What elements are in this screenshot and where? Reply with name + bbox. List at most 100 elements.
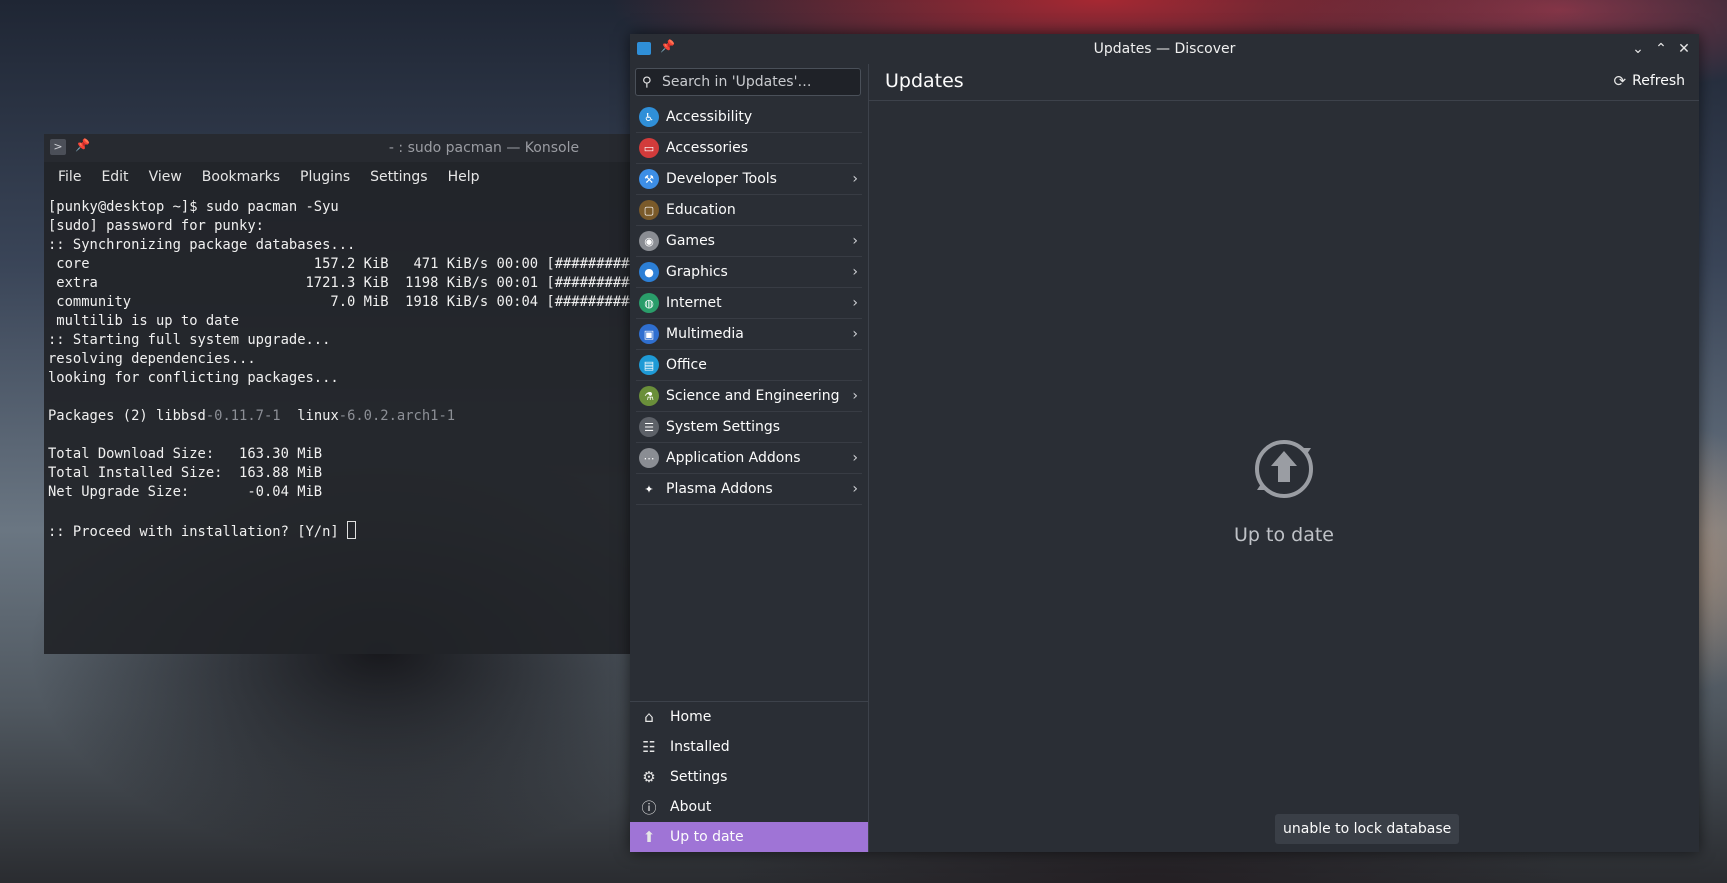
category-label: Education xyxy=(666,202,736,218)
category-label: Developer Tools xyxy=(666,171,777,187)
nav-up-to-date[interactable]: ⬆ Up to date xyxy=(630,822,868,852)
terminal-prompt: :: Proceed with installation? [Y/n] xyxy=(48,524,348,540)
category-label: Multimedia xyxy=(666,326,744,342)
konsole-title: - : sudo pacman — Konsole xyxy=(388,140,580,156)
terminal-line: Total Installed Size: 163.88 MiB xyxy=(48,465,323,481)
search-box[interactable]: ⚲ xyxy=(635,68,861,96)
category-graphics[interactable]: ● Graphics › xyxy=(636,257,862,288)
category-label: Office xyxy=(666,357,707,373)
refresh-label: Refresh xyxy=(1632,73,1685,89)
monitor-icon: ▣ xyxy=(639,324,659,344)
konsole-menubar: File Edit View Bookmarks Plugins Setting… xyxy=(44,162,634,192)
search-input[interactable] xyxy=(658,74,860,90)
globe-icon: ◍ xyxy=(639,293,659,313)
discover-title: Updates — Discover xyxy=(1093,41,1236,57)
category-science-and-engineering[interactable]: ⚗ Science and Engineering › xyxy=(636,381,862,412)
package-version: -0.11.7-1 xyxy=(205,408,281,424)
package-name: linux xyxy=(297,408,339,424)
menu-settings[interactable]: Settings xyxy=(360,169,437,185)
chalkboard-icon: ▢ xyxy=(639,200,659,220)
maximize-icon[interactable]: ⌃ xyxy=(1650,38,1672,60)
main-content: Updates ⟳ Refresh Up to date unable to l… xyxy=(869,64,1699,852)
category-label: Games xyxy=(666,233,715,249)
category-internet[interactable]: ◍ Internet › xyxy=(636,288,862,319)
sidebar: ⚲ ♿ Accessibility ▭ Accessories ⚒ Developer T… xyxy=(630,64,869,852)
error-toast[interactable]: unable to lock database xyxy=(1275,814,1460,844)
update-status: Up to date xyxy=(869,436,1699,546)
terminal-output[interactable]: [punky@desktop ~]$ sudo pacman -Syu [sud… xyxy=(44,192,634,542)
menu-edit[interactable]: Edit xyxy=(91,169,138,185)
sparkle-icon: ✦ xyxy=(639,479,659,499)
discover-titlebar[interactable]: 📌 Updates — Discover ⌄ ⌃ ✕ xyxy=(630,34,1699,64)
packages-prefix: Packages (2) xyxy=(48,408,156,424)
menu-bookmarks[interactable]: Bookmarks xyxy=(192,169,290,185)
nav-label: Settings xyxy=(670,769,728,785)
nav-settings[interactable]: ⚙ Settings xyxy=(630,762,868,792)
category-plasma-addons[interactable]: ✦ Plasma Addons › xyxy=(636,474,862,505)
menu-help[interactable]: Help xyxy=(438,169,490,185)
minimize-icon[interactable]: ⌄ xyxy=(1627,38,1649,60)
nav-about[interactable]: ⓘ About xyxy=(630,792,868,822)
nav-label: Installed xyxy=(670,739,730,755)
main-header: Updates ⟳ Refresh xyxy=(869,64,1699,101)
terminal-line: [sudo] password for punky: xyxy=(48,218,264,234)
chevron-right-icon: › xyxy=(852,295,858,311)
category-label: Application Addons xyxy=(666,450,801,466)
nav-label: Up to date xyxy=(670,829,744,845)
category-label: Graphics xyxy=(666,264,728,280)
sliders-icon: ⚙ xyxy=(642,768,656,786)
category-label: System Settings xyxy=(666,419,781,435)
category-accessories[interactable]: ▭ Accessories xyxy=(636,133,862,164)
category-games[interactable]: ◉ Games › xyxy=(636,226,862,257)
chevron-right-icon: › xyxy=(852,388,858,404)
menu-view[interactable]: View xyxy=(139,169,192,185)
office-icon: ▤ xyxy=(639,355,659,375)
bottom-navigation: ⌂ Home ☷ Installed ⚙ Settings ⓘ About ⬆ Up to dat… xyxy=(630,701,868,852)
terminal-line: [punky@desktop ~]$ sudo pacman -Syu xyxy=(48,199,339,215)
accessibility-icon: ♿ xyxy=(639,107,659,127)
category-application-addons[interactable]: ⋯ Application Addons › xyxy=(636,443,862,474)
category-multimedia[interactable]: ▣ Multimedia › xyxy=(636,319,862,350)
chevron-right-icon: › xyxy=(852,450,858,466)
category-developer-tools[interactable]: ⚒ Developer Tools › xyxy=(636,164,862,195)
hammer-icon: ⚒ xyxy=(639,169,659,189)
menu-file[interactable]: File xyxy=(48,169,91,185)
category-list: ♿ Accessibility ▭ Accessories ⚒ Developer Too… xyxy=(630,102,868,505)
update-status-icon: ⬆ xyxy=(642,828,656,846)
category-label: Accessories xyxy=(666,140,749,156)
flask-icon: ⚗ xyxy=(639,386,659,406)
refresh-button[interactable]: ⟳ Refresh xyxy=(1614,72,1685,90)
category-label: Accessibility xyxy=(666,109,753,125)
terminal-line: multilib is up to date xyxy=(48,313,240,329)
home-icon: ⌂ xyxy=(644,708,654,726)
refresh-icon: ⟳ xyxy=(1613,72,1627,90)
info-icon: ⓘ xyxy=(641,798,657,817)
category-office[interactable]: ▤ Office xyxy=(636,350,862,381)
gamepad-icon: ◉ xyxy=(639,231,659,251)
konsole-titlebar[interactable]: > 📌 - : sudo pacman — Konsole xyxy=(44,134,634,162)
chevron-right-icon: › xyxy=(852,326,858,342)
terminal-line: looking for conflicting packages... xyxy=(48,370,339,386)
chevron-right-icon: › xyxy=(852,481,858,497)
category-accessibility[interactable]: ♿ Accessibility xyxy=(636,102,862,133)
terminal-line: community 7.0 MiB 1918 KiB/s 00:04 [####… xyxy=(48,294,634,310)
installed-list-icon: ☷ xyxy=(642,738,656,756)
graphics-icon: ● xyxy=(639,262,659,282)
nav-home[interactable]: ⌂ Home xyxy=(630,702,868,732)
close-icon[interactable]: ✕ xyxy=(1673,38,1695,60)
category-label: Science and Engineering xyxy=(666,388,840,404)
up-to-date-icon xyxy=(1255,440,1313,498)
nav-label: About xyxy=(670,799,712,815)
nav-label: Home xyxy=(670,709,712,725)
chevron-right-icon: › xyxy=(852,264,858,280)
menu-plugins[interactable]: Plugins xyxy=(290,169,360,185)
terminal-line: resolving dependencies... xyxy=(48,351,256,367)
category-education[interactable]: ▢ Education xyxy=(636,195,862,226)
terminal-line: Total Download Size: 163.30 MiB xyxy=(48,446,323,462)
category-system-settings[interactable]: ☰ System Settings xyxy=(636,412,862,443)
terminal-line: extra 1721.3 KiB 1198 KiB/s 00:01 [#####… xyxy=(48,275,634,291)
page-title: Updates xyxy=(885,70,964,92)
nav-installed[interactable]: ☷ Installed xyxy=(630,732,868,762)
status-text: Up to date xyxy=(1234,524,1334,546)
terminal-cursor xyxy=(347,521,357,539)
